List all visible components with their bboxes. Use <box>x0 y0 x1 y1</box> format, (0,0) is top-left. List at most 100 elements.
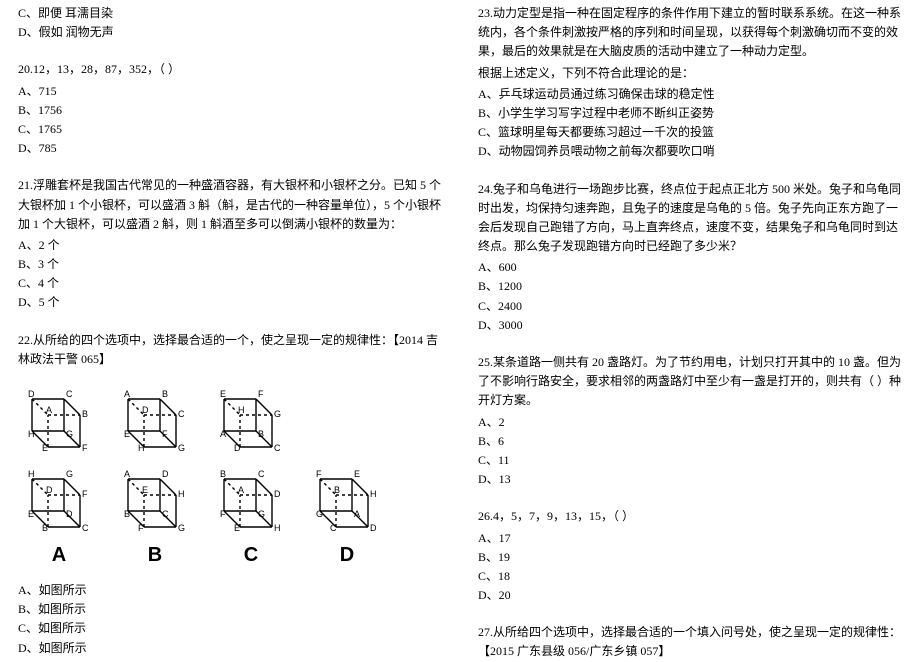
svg-text:B: B <box>258 429 264 439</box>
svg-text:C: C <box>178 409 185 419</box>
svg-text:E: E <box>220 389 226 399</box>
label-a: A <box>22 539 96 571</box>
cube-bottom-1: HGFD EDCB <box>22 459 96 533</box>
q25: 25.某条道路一侧共有 20 盏路灯。为了节约用电，计划只打开其中的 10 盏。… <box>478 353 902 489</box>
svg-text:A: A <box>220 429 226 439</box>
svg-text:B: B <box>124 509 130 519</box>
q21-stem: 21.浮雕套杯是我国古代常见的一种盛酒容器，有大银杯和小银杯之分。已知 5 个大… <box>18 176 442 234</box>
q20-option-a: A、715 <box>18 82 442 101</box>
svg-text:E: E <box>124 429 130 439</box>
q24-option-a: A、600 <box>478 258 902 277</box>
svg-text:E: E <box>42 443 48 453</box>
svg-text:G: G <box>178 443 185 453</box>
svg-text:F: F <box>316 469 322 479</box>
svg-text:B: B <box>220 469 226 479</box>
q19-partial: C、即便 耳濡目染 D、假如 润物无声 <box>18 4 442 42</box>
q25-stem: 25.某条道路一侧共有 20 盏路灯。为了节约用电，计划只打开其中的 10 盏。… <box>478 353 902 411</box>
q21-option-d: D、5 个 <box>18 293 442 312</box>
q20-option-c: C、1765 <box>18 120 442 139</box>
svg-text:F: F <box>82 489 88 499</box>
svg-text:F: F <box>162 429 168 439</box>
cube-bottom-2: A DH E B CG F <box>118 459 192 533</box>
q24: 24.兔子和乌龟进行一场跑步比赛，终点位于起点正北方 500 米处。兔子和乌龟同… <box>478 180 902 336</box>
q27-stem: 27.从所给四个选项中，选择最合适的一个填入问号处，使之呈现一定的规律性：【20… <box>478 623 902 661</box>
q21-option-b: B、3 个 <box>18 255 442 274</box>
svg-text:E: E <box>234 523 240 533</box>
svg-text:D: D <box>46 485 53 495</box>
label-c: C <box>214 539 288 571</box>
svg-text:B: B <box>334 485 340 495</box>
svg-text:G: G <box>258 509 265 519</box>
q26-stem: 26.4，5，7，9，13，15，（ ） <box>478 507 902 526</box>
svg-text:C: C <box>258 469 265 479</box>
q22-figure: DCBA HGFE ABCD EFGH EFGH ABCD <box>18 379 442 571</box>
svg-text:H: H <box>138 443 145 453</box>
q22-option-d: D、如图所示 <box>18 639 442 658</box>
svg-text:D: D <box>142 405 149 415</box>
svg-text:A: A <box>238 485 244 495</box>
q20-option-b: B、1756 <box>18 101 442 120</box>
svg-text:H: H <box>274 523 281 533</box>
svg-text:A: A <box>46 405 52 415</box>
svg-text:C: C <box>82 523 89 533</box>
cube-top-3: EFGH ABCD <box>214 379 288 453</box>
svg-text:A: A <box>354 509 360 519</box>
cubes-row-bottom: HGFD EDCB ADHE BCGF BCDA FGHE <box>22 459 438 533</box>
q22-option-b: B、如图所示 <box>18 600 442 619</box>
svg-text:D: D <box>274 489 281 499</box>
q20-stem: 20.12，13，28，87，352，（ ） <box>18 60 442 79</box>
q24-option-b: B、1200 <box>478 277 902 296</box>
q23-option-a: A、乒乓球运动员通过练习确保击球的稳定性 <box>478 85 902 104</box>
svg-text:H: H <box>238 405 245 415</box>
svg-text:D: D <box>370 523 377 533</box>
svg-text:D: D <box>162 469 169 479</box>
q23-sub: 根据上述定义，下列不符合此理论的是： <box>478 64 902 83</box>
q21: 21.浮雕套杯是我国古代常见的一种盛酒容器，有大银杯和小银杯之分。已知 5 个大… <box>18 176 442 312</box>
label-d: D <box>310 539 384 571</box>
q25-option-d: D、13 <box>478 470 902 489</box>
svg-text:H: H <box>28 429 35 439</box>
q26: 26.4，5，7，9，13，15，（ ） A、17 B、19 C、18 D、20 <box>478 507 902 605</box>
svg-text:G: G <box>66 429 73 439</box>
q26-option-a: A、17 <box>478 529 902 548</box>
q27: 27.从所给四个选项中，选择最合适的一个填入问号处，使之呈现一定的规律性：【20… <box>478 623 902 661</box>
svg-text:A: A <box>124 469 130 479</box>
svg-text:H: H <box>178 489 185 499</box>
svg-text:E: E <box>142 485 148 495</box>
q26-option-b: B、19 <box>478 548 902 567</box>
label-b: B <box>118 539 192 571</box>
svg-text:F: F <box>82 443 88 453</box>
q25-option-a: A、2 <box>478 413 902 432</box>
cubes-row-top: DCBA HGFE ABCD EFGH EFGH ABCD <box>22 379 438 453</box>
svg-text:G: G <box>178 523 185 533</box>
q24-stem: 24.兔子和乌龟进行一场跑步比赛，终点位于起点正北方 500 米处。兔子和乌龟同… <box>478 180 902 257</box>
svg-text:H: H <box>28 469 35 479</box>
q22-option-c: C、如图所示 <box>18 619 442 638</box>
svg-text:D: D <box>234 443 241 453</box>
q25-option-c: C、11 <box>478 451 902 470</box>
cube-top-2: ABCD EFGH <box>118 379 192 453</box>
svg-text:F: F <box>138 523 144 533</box>
svg-text:H: H <box>370 489 377 499</box>
left-column: C、即便 耳濡目染 D、假如 润物无声 20.12，13，28，87，352，（… <box>0 0 460 651</box>
svg-text:B: B <box>42 523 48 533</box>
svg-text:G: G <box>316 509 323 519</box>
svg-text:F: F <box>220 509 226 519</box>
svg-text:D: D <box>28 389 35 399</box>
svg-text:E: E <box>354 469 360 479</box>
cube-bottom-4: FEHB GADC <box>310 459 384 533</box>
svg-text:C: C <box>274 443 281 453</box>
q21-option-c: C、4 个 <box>18 274 442 293</box>
q23-option-c: C、篮球明星每天都要练习超过一千次的投篮 <box>478 123 902 142</box>
svg-text:A: A <box>124 389 130 399</box>
svg-text:G: G <box>274 409 281 419</box>
q22-option-a: A、如图所示 <box>18 581 442 600</box>
q24-option-d: D、3000 <box>478 316 902 335</box>
svg-text:C: C <box>162 509 169 519</box>
cube-top-1: DCBA HGFE <box>22 379 96 453</box>
q23-option-d: D、动物园饲养员喂动物之前每次都要吹口哨 <box>478 142 902 161</box>
q22-stem: 22.从所给的四个选项中，选择最合适的一个，使之呈现一定的规律性：【2014 吉… <box>18 331 442 369</box>
svg-text:G: G <box>66 469 73 479</box>
q19-option-d: D、假如 润物无声 <box>18 23 442 42</box>
right-column: 23.动力定型是指一种在固定程序的条件作用下建立的暂时联系系统。在这一种系统内，… <box>460 0 920 651</box>
